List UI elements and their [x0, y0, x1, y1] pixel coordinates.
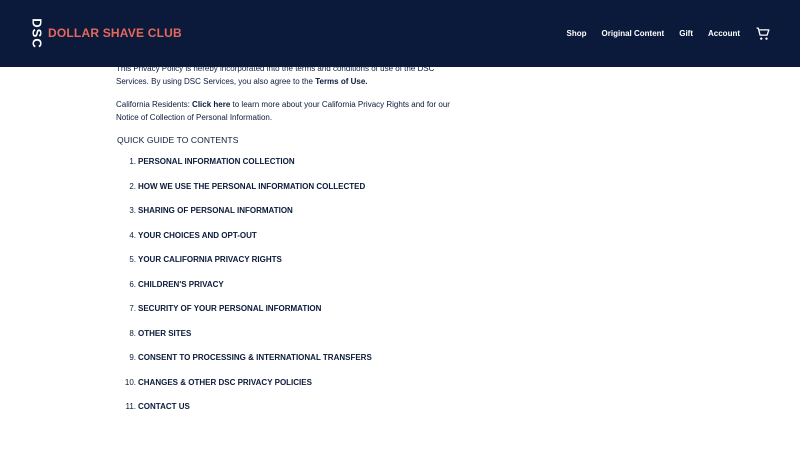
- nav-account[interactable]: Account: [708, 29, 740, 38]
- california-paragraph: California Residents: Click here to lear…: [116, 98, 456, 124]
- cart-icon[interactable]: [756, 27, 770, 41]
- toc-number: 7.: [129, 304, 136, 313]
- logo-mark-text: DSC: [29, 17, 45, 49]
- click-here-link[interactable]: Click here: [192, 100, 230, 109]
- toc-number: 11.: [125, 402, 136, 411]
- california-prefix: California Residents:: [116, 100, 193, 109]
- toc-item[interactable]: 7. SECURITY OF YOUR PERSONAL INFORMATION: [116, 302, 372, 327]
- toc-label[interactable]: YOUR CALIFORNIA PRIVACY RIGHTS: [138, 255, 282, 264]
- toc-number: 10.: [124, 377, 136, 387]
- intro-paragraph: This Privacy Policy is hereby incorporat…: [116, 62, 456, 88]
- toc-label[interactable]: HOW WE USE THE PERSONAL INFORMATION COLL…: [138, 182, 365, 191]
- toc-item[interactable]: 5. YOUR CALIFORNIA PRIVACY RIGHTS: [116, 253, 372, 278]
- logo-text: DOLLAR SHAVE CLUB: [48, 26, 182, 40]
- toc-label[interactable]: SECURITY OF YOUR PERSONAL INFORMATION: [138, 304, 321, 313]
- policy-content: This Privacy Policy is hereby incorporat…: [116, 62, 456, 145]
- site-header: DSC DOLLAR SHAVE CLUB Shop Original Cont…: [0, 0, 800, 67]
- nav-gift[interactable]: Gift: [679, 29, 693, 38]
- toc-label[interactable]: CHANGES & OTHER DSC PRIVACY POLICIES: [138, 378, 312, 387]
- toc-item[interactable]: 8. OTHER SITES: [116, 327, 372, 352]
- toc-item[interactable]: 4. YOUR CHOICES AND OPT-OUT: [116, 229, 372, 254]
- toc-item[interactable]: 10. CHANGES & OTHER DSC PRIVACY POLICIES: [116, 376, 372, 401]
- toc-label[interactable]: OTHER SITES: [138, 329, 191, 338]
- toc-number: 9.: [129, 353, 136, 362]
- toc-item[interactable]: 11. CONTACT US: [116, 400, 372, 425]
- nav-shop[interactable]: Shop: [567, 29, 587, 38]
- site-logo[interactable]: DSC DOLLAR SHAVE CLUB: [30, 16, 182, 50]
- toc-label[interactable]: CHILDREN'S PRIVACY: [138, 280, 224, 289]
- toc-number: 5.: [129, 255, 136, 264]
- toc-number: 3.: [129, 206, 136, 215]
- toc-number: 2.: [129, 181, 136, 191]
- toc-item[interactable]: 6. CHILDREN'S PRIVACY: [116, 278, 372, 303]
- intro-text: This Privacy Policy is hereby incorporat…: [116, 64, 435, 86]
- toc-number: 6.: [129, 279, 136, 289]
- toc-item[interactable]: 1. PERSONAL INFORMATION COLLECTION: [116, 155, 372, 180]
- quick-guide-heading: QUICK GUIDE TO CONTENTS: [117, 135, 239, 145]
- toc-label[interactable]: CONTACT US: [138, 402, 190, 411]
- toc-label[interactable]: PERSONAL INFORMATION COLLECTION: [138, 157, 295, 166]
- toc-label[interactable]: CONSENT TO PROCESSING & INTERNATIONAL TR…: [138, 353, 372, 362]
- toc-item[interactable]: 9. CONSENT TO PROCESSING & INTERNATIONAL …: [116, 351, 372, 376]
- toc-item[interactable]: 3. SHARING OF PERSONAL INFORMATION: [116, 204, 372, 229]
- toc-number: 8.: [129, 328, 136, 338]
- toc-number: 4.: [129, 230, 136, 240]
- toc-label[interactable]: YOUR CHOICES AND OPT-OUT: [138, 231, 257, 240]
- toc-item[interactable]: 2. HOW WE USE THE PERSONAL INFORMATION CO…: [116, 180, 372, 205]
- logo-mark: DSC: [29, 16, 45, 50]
- table-of-contents: 1. PERSONAL INFORMATION COLLECTION 2. HOW …: [116, 155, 372, 425]
- toc-number: 1.: [129, 157, 136, 166]
- terms-of-use-link[interactable]: Terms of Use.: [315, 77, 367, 86]
- nav-original-content[interactable]: Original Content: [602, 29, 665, 38]
- toc-label[interactable]: SHARING OF PERSONAL INFORMATION: [138, 206, 293, 215]
- main-nav: Shop Original Content Gift Account: [552, 0, 770, 67]
